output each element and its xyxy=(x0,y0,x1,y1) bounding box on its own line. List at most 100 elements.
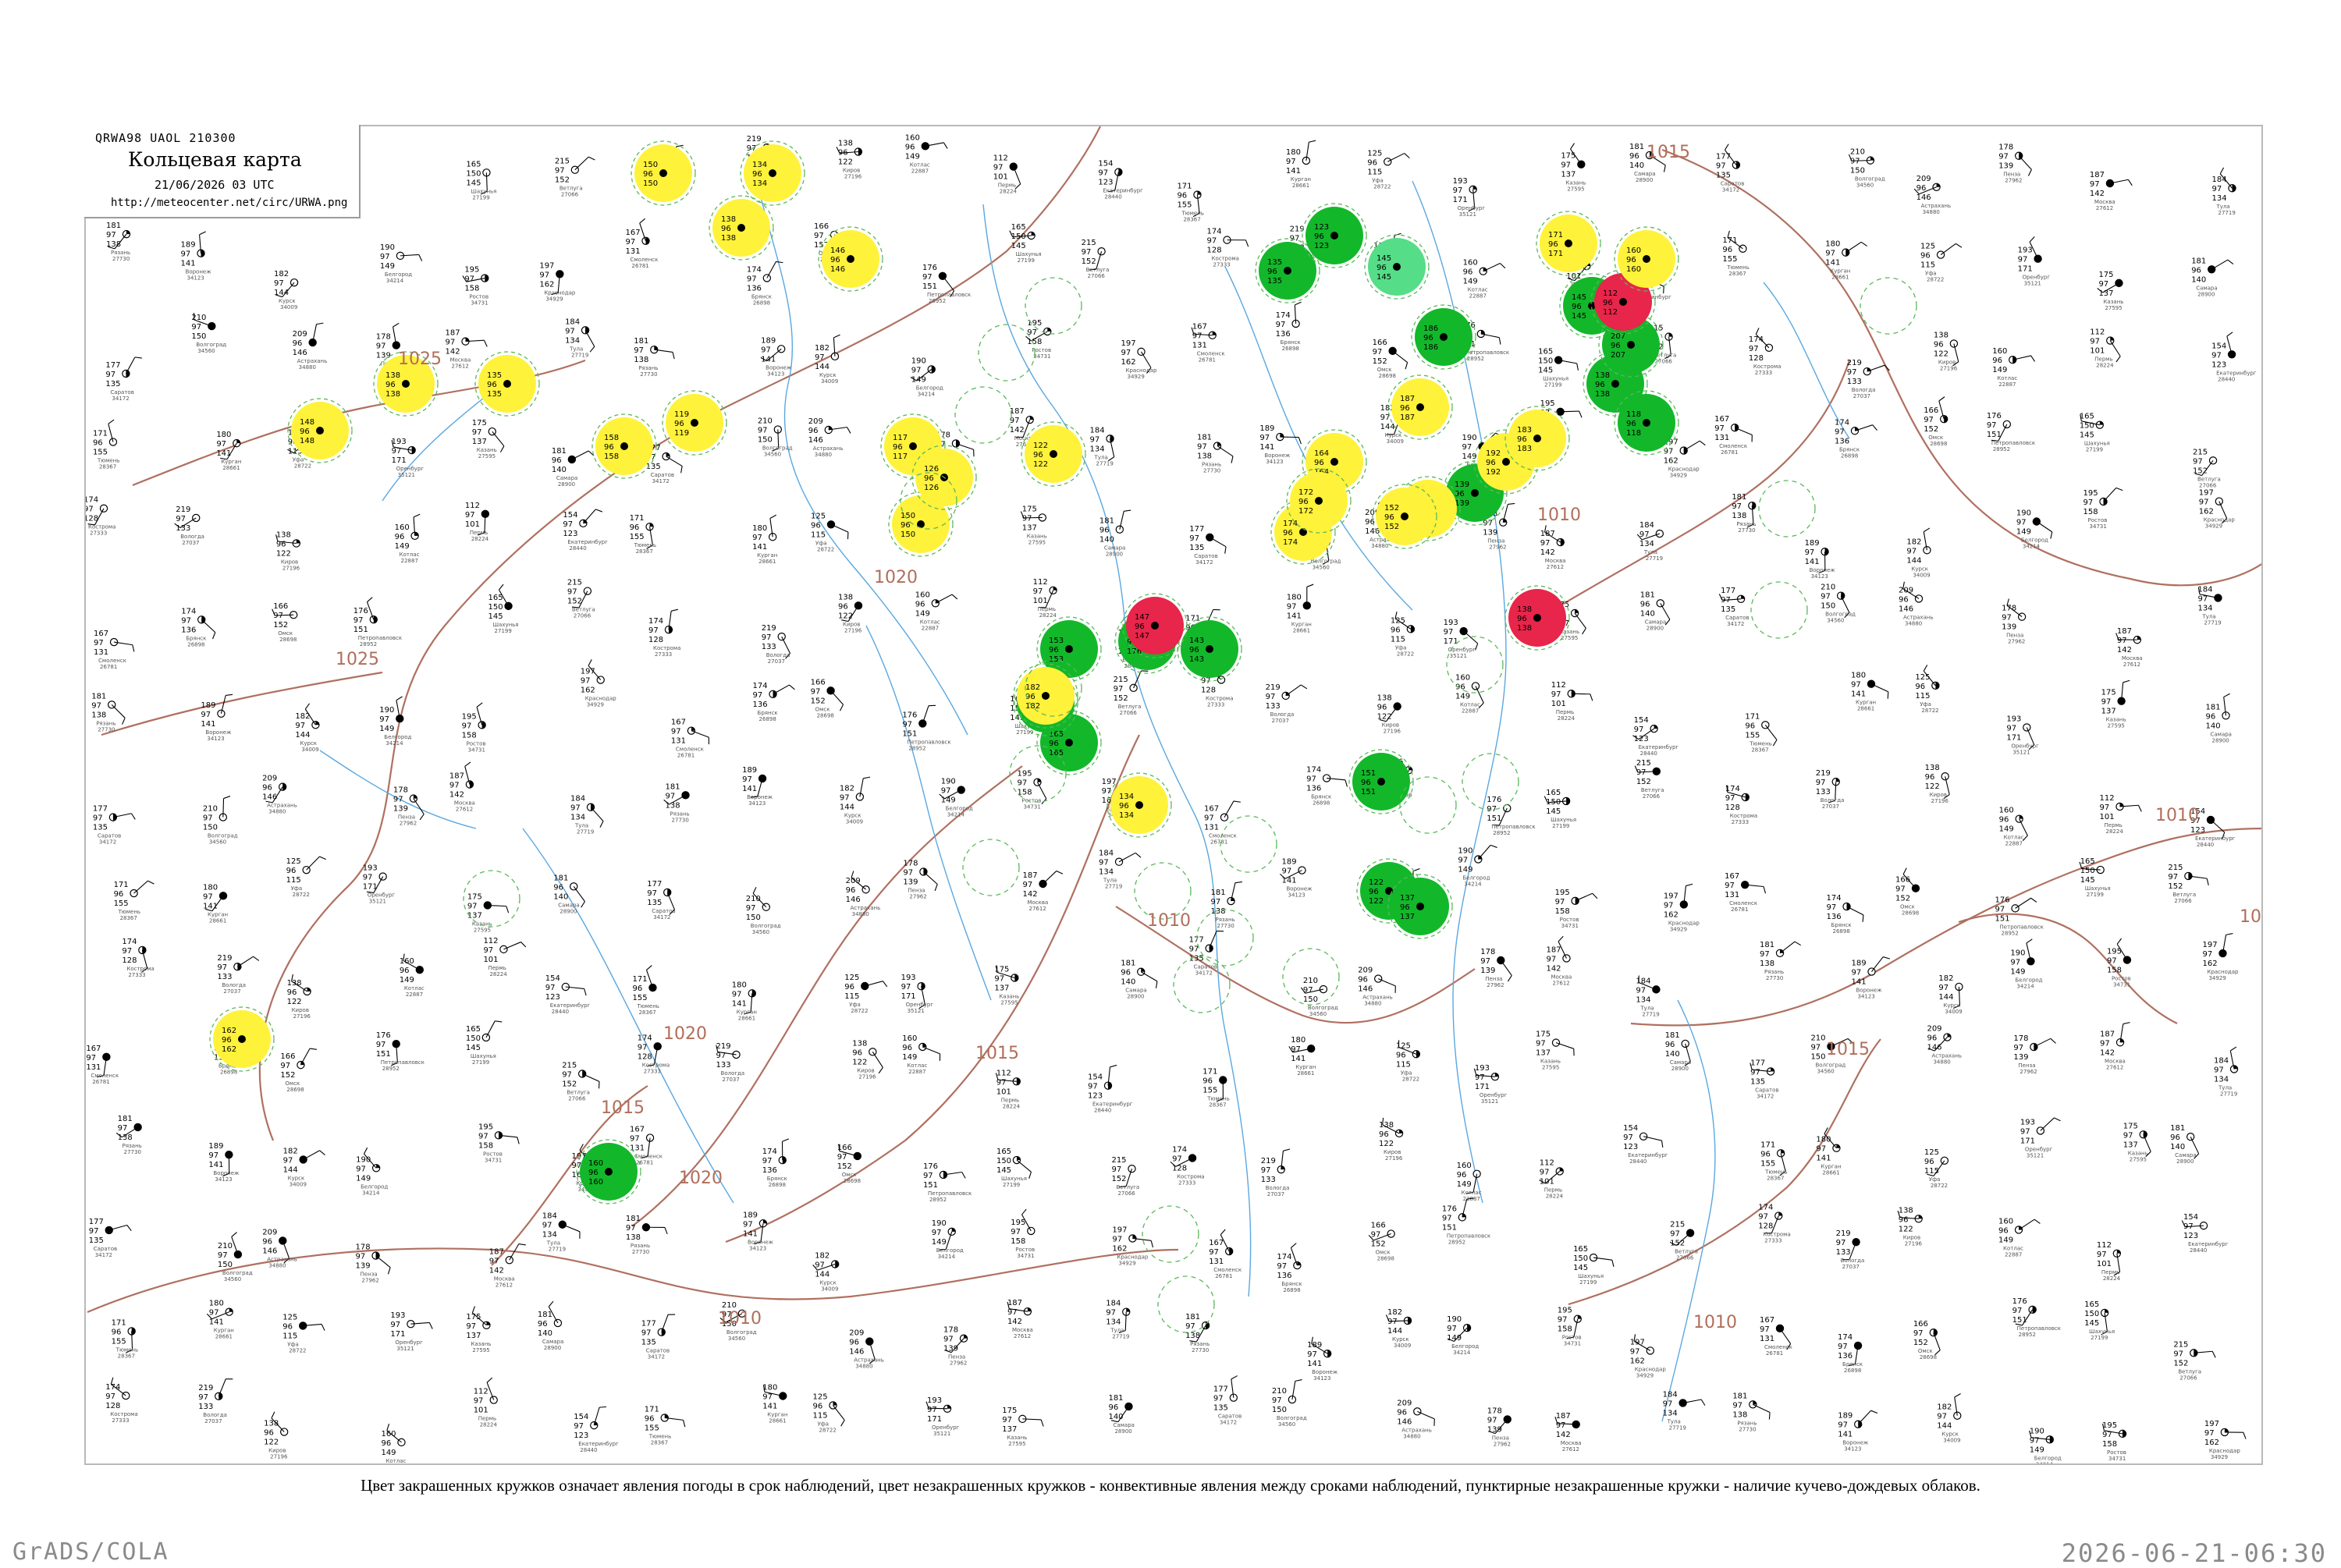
station-dewpoint: 128 xyxy=(1749,354,1764,363)
station-plot: 19797162Краснодар34929 xyxy=(2199,489,2236,530)
station-index: 34214 xyxy=(1464,881,1482,887)
station-index: 34172 xyxy=(1195,559,1213,566)
station-dewpoint: 141 xyxy=(742,785,757,793)
station-name: Брянск xyxy=(186,635,206,641)
station-temp: 209 xyxy=(846,877,861,885)
station-index: 34929 xyxy=(1670,926,1687,932)
station-index: 28367 xyxy=(1728,271,1746,277)
cloud-cover-fill xyxy=(1669,333,1673,337)
station-visibility: 97 xyxy=(1286,158,1296,166)
cloud-cover-fill xyxy=(1032,232,1036,236)
station-temp: 165 xyxy=(1011,223,1026,232)
station-index: 27196 xyxy=(858,1073,876,1080)
station-plot: 18997141Воронеж34123 xyxy=(742,766,773,807)
station-visibility: 97 xyxy=(752,534,762,542)
wind-barb xyxy=(112,704,125,718)
station-temp: 181 xyxy=(538,1311,552,1319)
cloud-cover-symbol xyxy=(2012,905,2019,912)
station-dewpoint: 122 xyxy=(1925,782,1940,791)
station-visibility: 97 xyxy=(2204,1429,2215,1438)
station-visibility: 97 xyxy=(353,616,364,625)
station-dewpoint: 149 xyxy=(1992,366,2007,374)
weather-circle-shower: 18796187 xyxy=(1388,375,1452,439)
station-name: Брянск xyxy=(751,293,772,300)
station-index: 28661 xyxy=(222,465,240,471)
station-plot: 165150145Шахунья27199 xyxy=(1010,223,1042,264)
station-index: 28698 xyxy=(279,637,297,643)
station-index: 28900 xyxy=(1106,552,1123,558)
station-plot: 19597158Ростов34731 xyxy=(1025,319,1051,360)
circle-value: 145 xyxy=(1572,293,1586,302)
station-plot: 17196155Тюмень28367 xyxy=(630,514,656,555)
station-temp: 181 xyxy=(2205,703,2220,711)
station-plot: 16797131Смоленск26781 xyxy=(94,630,134,670)
station-name: Екатеринбург xyxy=(1092,1102,1133,1108)
station-dewpoint: 122 xyxy=(1934,349,1948,358)
station-visibility: 97 xyxy=(648,626,659,635)
circle-value: 143 xyxy=(1189,637,1204,645)
station-plot: 16096149Котлас22887 xyxy=(1992,347,2034,388)
station-plot: 11297101Пермь28224 xyxy=(474,1378,498,1428)
station-name: Рязань xyxy=(1737,1420,1757,1426)
station-plot: 21597152Ветлуга27066 xyxy=(1114,671,1149,716)
station-index: 34731 xyxy=(2090,523,2107,530)
cloud-cover-fill xyxy=(1741,595,1745,599)
wind-barb-feather xyxy=(2230,1047,2236,1051)
circle-value: 147 xyxy=(1135,613,1149,622)
wind-barb-feather xyxy=(1220,1229,1225,1235)
station-index: 28440 xyxy=(1629,1158,1647,1165)
station-index: 22887 xyxy=(908,1069,925,1075)
station-temp: 189 xyxy=(1259,424,1274,433)
station-dewpoint: 146 xyxy=(262,1247,277,1255)
station-index: 27333 xyxy=(1213,262,1230,268)
station-dewpoint: 136 xyxy=(1306,785,1321,793)
station-visibility: 97 xyxy=(1937,1413,1947,1421)
station-temp: 178 xyxy=(1487,1407,1502,1415)
circle-value: 135 xyxy=(487,390,502,399)
station-visibility: 97 xyxy=(474,1397,484,1406)
wind-barb xyxy=(1483,264,1501,271)
station-dewpoint: 155 xyxy=(1722,255,1737,264)
station-dewpoint: 101 xyxy=(2100,813,2115,821)
station-plot: 15497123Екатеринбург28440 xyxy=(545,974,591,1015)
wind-barb-feather xyxy=(367,598,372,602)
station-dewpoint: 145 xyxy=(1538,367,1553,375)
station-plot: 21997133Вологда27037 xyxy=(217,954,258,995)
station-index: 34560 xyxy=(1817,1068,1834,1074)
station-plot: 17497136Брянск26898 xyxy=(1838,1333,1863,1374)
station-visibility: 97 xyxy=(1018,779,1028,788)
station-dewpoint: 155 xyxy=(93,449,108,457)
station-dewpoint: 171 xyxy=(2006,733,2021,742)
station-name: Екатеринбург xyxy=(578,1441,619,1447)
station-visibility: 97 xyxy=(2202,950,2212,959)
station-index: 28900 xyxy=(1114,1428,1131,1435)
station-plot: 18997141Воронеж34123 xyxy=(1852,957,1890,1000)
station-symbol xyxy=(402,380,410,388)
cloud-cover-fill xyxy=(952,1228,956,1232)
wind-barb-feather xyxy=(1664,165,1666,172)
station-dewpoint: 141 xyxy=(216,449,231,458)
station-visibility: 96 xyxy=(262,784,272,793)
station-index: 34880 xyxy=(1371,543,1388,549)
station-name: Казань xyxy=(2106,717,2126,723)
station-temp: 184 xyxy=(1636,977,1650,985)
station-dewpoint: 123 xyxy=(1634,735,1649,743)
station-visibility: 97 xyxy=(280,1062,290,1070)
station-index: 34560 xyxy=(764,452,781,458)
station-plot: 15497123Екатеринбург28440 xyxy=(1623,1124,1668,1165)
station-temp: 215 xyxy=(2193,448,2208,456)
station-index: 28900 xyxy=(2176,1158,2194,1165)
station-index: 26781 xyxy=(1721,449,1738,456)
station-temp: 181 xyxy=(1121,960,1135,968)
station-temp: 181 xyxy=(2170,1124,2185,1133)
station-dewpoint: 133 xyxy=(217,973,232,981)
station-index: 28900 xyxy=(559,908,577,914)
station-plot: 17797135Саратов34172 xyxy=(1750,1059,1779,1099)
wind-barb xyxy=(647,970,653,988)
station-plot: 18097141Курган28661 xyxy=(1816,1127,1841,1176)
circle-value: 192 xyxy=(1486,468,1501,477)
circle-value: 112 xyxy=(1603,308,1618,317)
station-plot: 21597152Ветлуга27066 xyxy=(1082,239,1110,279)
station-name: Москва xyxy=(1545,558,1566,564)
station-visibility: 97 xyxy=(489,1257,499,1265)
